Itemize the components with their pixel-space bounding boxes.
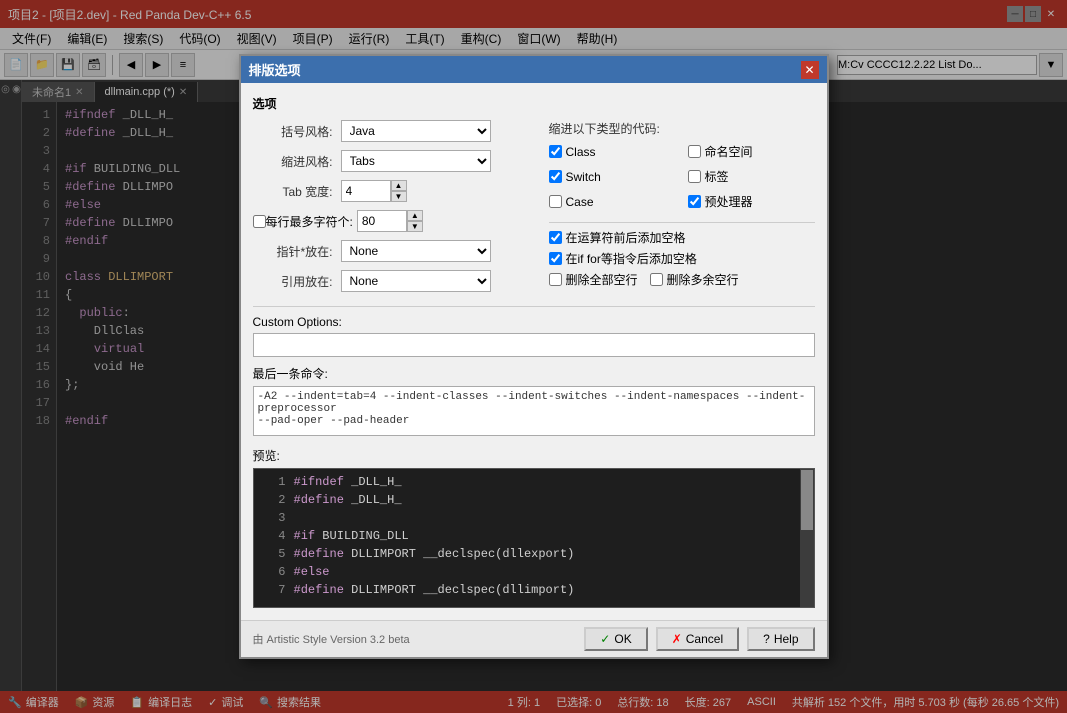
remove-blank-checkbox[interactable] <box>549 273 562 286</box>
last-cmd-section: 最后一条命令: -A2 --indent=tab=4 --indent-clas… <box>253 365 815 439</box>
cancel-button[interactable]: ✗ Cancel <box>656 627 739 651</box>
preview-section: 预览: 1#ifndef _DLL_H_ 2#define _DLL_H_ 3 … <box>253 447 815 608</box>
last-cmd-label: 最后一条命令: <box>253 367 328 381</box>
tab-width-down[interactable]: ▼ <box>391 191 407 202</box>
indent-namespace-row: 命名空间 <box>688 143 815 160</box>
preview-line-3: 3 <box>258 509 810 527</box>
options-right-col: 缩进以下类型的代码: Class 命名空间 Switch <box>549 120 815 300</box>
max-chars-down[interactable]: ▼ <box>407 221 423 232</box>
indent-case-checkbox[interactable] <box>549 195 562 208</box>
help-button[interactable]: ? Help <box>747 627 814 651</box>
max-chars-spinner: ▲ ▼ <box>357 210 423 232</box>
ref-align-row: 引用放在: None Type Variable Middle <box>253 270 533 292</box>
tab-width-label: Tab 宽度: <box>253 183 333 200</box>
tab-width-spinner: ▲ ▼ <box>341 180 407 202</box>
remove-extra-row: 删除多余空行 <box>650 271 739 288</box>
divider-1 <box>549 222 815 223</box>
last-cmd-box: -A2 --indent=tab=4 --indent-classes --in… <box>253 386 815 436</box>
tab-width-input[interactable] <box>341 180 391 202</box>
ok-button[interactable]: ✓ OK <box>584 627 647 651</box>
preview-line-4: 4#if BUILDING_DLL <box>258 527 810 545</box>
dialog-close-button[interactable]: ✕ <box>801 61 819 79</box>
bracket-style-select[interactable]: Java Allman K&R GNU Linux <box>341 120 491 142</box>
footer-credit: 由 Artistic Style Version 3.2 beta <box>253 631 410 647</box>
remove-extra-checkbox[interactable] <box>650 273 663 286</box>
footer-buttons: ✓ OK ✗ Cancel ? Help <box>584 627 814 651</box>
help-label: Help <box>774 632 799 646</box>
preview-box[interactable]: 1#ifndef _DLL_H_ 2#define _DLL_H_ 3 4#if… <box>253 468 815 608</box>
remove-blank-label: 删除全部空行 <box>566 271 638 288</box>
space-operators-row: 在运算符前后添加空格 <box>549 229 815 246</box>
indent-label-row: 标签 <box>688 168 815 185</box>
max-chars-up[interactable]: ▲ <box>407 210 423 221</box>
indent-class-label: Class <box>566 145 596 159</box>
max-chars-label: 每行最多字符个: <box>266 213 353 230</box>
indent-preprocessor-label: 预处理器 <box>705 193 753 210</box>
tab-width-row: Tab 宽度: ▲ ▼ <box>253 180 533 202</box>
dialog-body: 选项 括号风格: Java Allman K&R GNU Linux <box>241 83 827 620</box>
dialog-title: 排版选项 <box>249 60 301 79</box>
options-section-title: 选项 <box>253 95 815 112</box>
space-iffor-checkbox[interactable] <box>549 252 562 265</box>
preview-label: 预览: <box>253 449 280 463</box>
bracket-style-row: 括号风格: Java Allman K&R GNU Linux <box>253 120 533 142</box>
space-iffor-label: 在if for等指令后添加空格 <box>566 250 697 267</box>
max-chars-row: 每行最多字符个: ▲ ▼ <box>253 210 533 232</box>
preview-line-1: 1#ifndef _DLL_H_ <box>258 473 810 491</box>
indent-preprocessor-row: 预处理器 <box>688 193 815 210</box>
ref-align-label: 引用放在: <box>253 273 333 290</box>
indent-types-grid: Class 命名空间 Switch 标签 <box>549 143 815 214</box>
preview-line-2: 2#define _DLL_H_ <box>258 491 810 509</box>
tab-width-spinner-btns: ▲ ▼ <box>391 180 407 202</box>
pointer-align-row: 指针*放在: None Type Variable Middle <box>253 240 533 262</box>
dialog-overlay: 排版选项 ✕ 选项 括号风格: Java Allman K&R GNU <box>0 0 1067 713</box>
custom-options-section: Custom Options: <box>253 315 815 357</box>
options-two-col: 括号风格: Java Allman K&R GNU Linux 缩进风格: <box>253 120 815 300</box>
space-iffor-row: 在if for等指令后添加空格 <box>549 250 815 267</box>
preview-scrollbar[interactable] <box>800 469 814 607</box>
remove-blank-row: 删除全部空行 <box>549 271 638 288</box>
indent-namespace-checkbox[interactable] <box>688 145 701 158</box>
indent-style-label: 缩进风格: <box>253 153 333 170</box>
bracket-style-label: 括号风格: <box>253 123 333 140</box>
cancel-label: Cancel <box>686 632 723 646</box>
indent-style-row: 缩进风格: Tabs Spaces None <box>253 150 533 172</box>
custom-options-label: Custom Options: <box>253 315 342 329</box>
indent-switch-row: Switch <box>549 168 676 185</box>
indent-types-title: 缩进以下类型的代码: <box>549 120 815 137</box>
pointer-align-select[interactable]: None Type Variable Middle <box>341 240 491 262</box>
indent-case-label: Case <box>566 195 594 209</box>
ref-align-select[interactable]: None Type Variable Middle <box>341 270 491 292</box>
preview-scroll-thumb <box>801 470 813 530</box>
remove-rows: 删除全部空行 删除多余空行 <box>549 271 815 292</box>
indent-namespace-label: 命名空间 <box>705 143 753 160</box>
custom-options-input[interactable] <box>253 333 815 357</box>
preview-line-6: 6#else <box>258 563 810 581</box>
indent-class-row: Class <box>549 143 676 160</box>
ok-label: OK <box>614 632 631 646</box>
indent-switch-checkbox[interactable] <box>549 170 562 183</box>
indent-preprocessor-checkbox[interactable] <box>688 195 701 208</box>
indent-label-label: 标签 <box>705 168 729 185</box>
indent-case-row: Case <box>549 193 676 210</box>
max-chars-checkbox[interactable] <box>253 215 266 228</box>
space-operators-checkbox[interactable] <box>549 231 562 244</box>
divider-2 <box>253 306 815 307</box>
preview-line-5: 5#define DLLIMPORT __declspec(dllexport) <box>258 545 810 563</box>
tab-width-up[interactable]: ▲ <box>391 180 407 191</box>
space-operators-label: 在运算符前后添加空格 <box>566 229 686 246</box>
max-chars-spinner-btns: ▲ ▼ <box>407 210 423 232</box>
max-chars-input[interactable] <box>357 210 407 232</box>
indent-class-checkbox[interactable] <box>549 145 562 158</box>
preview-line-7: 7#define DLLIMPORT __declspec(dllimport) <box>258 581 810 599</box>
dialog-footer: 由 Artistic Style Version 3.2 beta ✓ OK ✗… <box>241 620 827 657</box>
indent-switch-label: Switch <box>566 170 601 184</box>
dialog-title-bar: 排版选项 ✕ <box>241 56 827 83</box>
options-left-col: 括号风格: Java Allman K&R GNU Linux 缩进风格: <box>253 120 533 300</box>
indent-label-checkbox[interactable] <box>688 170 701 183</box>
format-options-dialog: 排版选项 ✕ 选项 括号风格: Java Allman K&R GNU <box>239 54 829 659</box>
remove-extra-label: 删除多余空行 <box>667 271 739 288</box>
indent-style-select[interactable]: Tabs Spaces None <box>341 150 491 172</box>
pointer-align-label: 指针*放在: <box>253 243 333 260</box>
